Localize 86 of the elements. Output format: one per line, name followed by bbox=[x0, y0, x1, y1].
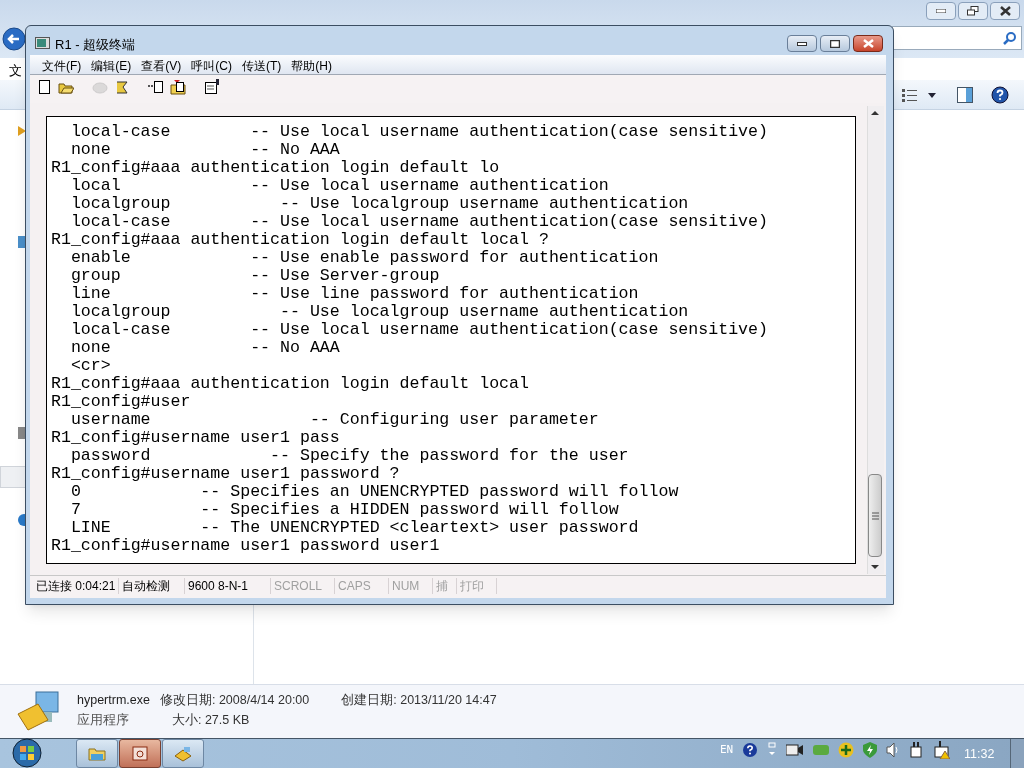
terminal-line: R1_config#username user1 password user1 bbox=[51, 537, 441, 555]
menu-item[interactable]: 帮助(H) bbox=[287, 57, 336, 75]
network-icon[interactable] bbox=[18, 514, 26, 526]
new-file-icon[interactable] bbox=[36, 79, 52, 95]
modified-date: 修改日期: 2008/4/14 20:00 bbox=[159, 692, 310, 709]
power-plug-icon[interactable] bbox=[909, 741, 924, 759]
menu-item[interactable]: 文 bbox=[9, 61, 22, 81]
maximize-icon bbox=[830, 39, 840, 48]
view-icon[interactable] bbox=[902, 88, 938, 102]
file-size: 大小: 27.5 KB bbox=[170, 712, 251, 729]
menu-item[interactable]: 传送(T) bbox=[238, 57, 286, 75]
status-field: NUM bbox=[389, 578, 433, 594]
search-field[interactable] bbox=[892, 26, 1022, 50]
send-file-icon[interactable] bbox=[148, 79, 164, 95]
phone-computer-icon bbox=[16, 690, 62, 732]
close-button[interactable] bbox=[853, 35, 883, 52]
app-window-icon bbox=[130, 743, 150, 764]
status-field: CAPS bbox=[335, 578, 389, 594]
restore-button[interactable] bbox=[958, 2, 988, 20]
taskbar-button[interactable] bbox=[76, 739, 118, 768]
status-field: SCROLL bbox=[271, 578, 335, 594]
search-icon bbox=[1003, 31, 1017, 45]
terminal-line: LINE -- The UNENCRYPTED <cleartext> user password bbox=[69, 519, 640, 537]
terminal-line: 0 -- Specifies an UNENCRYPTED password will follow bbox=[69, 483, 680, 501]
window-title: R1 - 超级终端 bbox=[55, 36, 136, 54]
receive-folder-icon[interactable] bbox=[170, 79, 186, 95]
preview-pane-icon[interactable] bbox=[957, 87, 973, 103]
file-name: hypertrm.exe bbox=[77, 692, 150, 709]
terminal-line: R1_config#aaa authentication login default local bbox=[51, 375, 530, 393]
status-field: 已连接 0:04:21 bbox=[33, 578, 119, 594]
terminal-line: local-case -- Use local username authentication(case sensitive) bbox=[69, 321, 768, 339]
speaker-icon[interactable] bbox=[886, 742, 901, 758]
nav-item-background bbox=[0, 466, 26, 488]
minimize-icon bbox=[936, 9, 946, 13]
terminal-line: group -- Use Server-group bbox=[69, 267, 441, 285]
file-type: 应用程序 bbox=[77, 712, 130, 729]
terminal-line: localgroup -- Use localgroup username authentication bbox=[69, 303, 690, 321]
terminal-line: line -- Use line password for authentication bbox=[69, 285, 640, 303]
status-field: 打印 bbox=[457, 578, 497, 594]
terminal-line: local -- Use local username authentication bbox=[69, 177, 610, 195]
restore-icon bbox=[967, 6, 979, 16]
plus-icon[interactable] bbox=[838, 742, 855, 758]
minimize-button[interactable] bbox=[787, 35, 817, 52]
back-icon[interactable] bbox=[2, 27, 26, 51]
taskbar-button[interactable] bbox=[162, 739, 204, 768]
created-date: 创建日期: 2013/11/20 14:47 bbox=[340, 692, 497, 709]
scroll-down-icon[interactable] bbox=[871, 564, 879, 570]
menu-item[interactable]: 查看(V) bbox=[137, 57, 186, 75]
phone-dial-icon[interactable] bbox=[114, 79, 130, 95]
menu-item[interactable]: 编辑(E) bbox=[87, 57, 136, 75]
properties-icon[interactable] bbox=[204, 79, 220, 95]
help-icon[interactable] bbox=[742, 742, 759, 758]
maximize-button[interactable] bbox=[820, 35, 850, 52]
menu-item[interactable]: 文件(F) bbox=[38, 57, 86, 75]
menu-item[interactable]: 呼叫(C) bbox=[187, 57, 236, 75]
terminal-line: 7 -- Specifies a HIDDEN password will follow bbox=[69, 501, 620, 519]
terminal-line: enable -- Use enable password for authentication bbox=[69, 249, 660, 267]
shield-icon[interactable] bbox=[863, 742, 878, 758]
terminal-line: local-case -- Use local username authentication(case sensitive) bbox=[69, 123, 768, 141]
terminal-line: none -- No AAA bbox=[69, 141, 341, 159]
terminal-line: R1_config#username user1 password ? bbox=[51, 465, 401, 483]
terminal-line: R1_config#user bbox=[51, 393, 192, 411]
app-icon bbox=[35, 37, 50, 49]
terminal-line: R1_config#username user1 pass bbox=[51, 429, 341, 447]
taskbar-button[interactable] bbox=[119, 739, 161, 768]
close-icon bbox=[862, 39, 874, 48]
terminal-line: localgroup -- Use localgroup username authentication bbox=[69, 195, 690, 213]
help-icon[interactable] bbox=[991, 86, 1009, 104]
terminal-line: none -- No AAA bbox=[69, 339, 341, 357]
scrollbar-thumb[interactable] bbox=[868, 474, 882, 557]
terminal-line: local-case -- Use local username authentication(case sensitive) bbox=[69, 213, 768, 231]
status-field: 9600 8-N-1 bbox=[185, 578, 271, 594]
terminal-line: username -- Configuring user parameter bbox=[69, 411, 600, 429]
terminal-line: R1_config#aaa authentication login default lo bbox=[51, 159, 501, 177]
status-field: 自动检测 bbox=[119, 578, 185, 594]
terminal-line: R1_config#aaa authentication login default local ? bbox=[51, 231, 550, 249]
minimize-icon bbox=[797, 41, 807, 46]
close-button[interactable] bbox=[990, 2, 1020, 20]
network-warning-icon[interactable] bbox=[932, 741, 951, 759]
start-button[interactable] bbox=[10, 738, 44, 768]
camera-icon[interactable] bbox=[786, 743, 805, 757]
grip-icon bbox=[871, 511, 879, 520]
close-icon bbox=[999, 6, 1011, 16]
terminal-line: password -- Specify the password for the user bbox=[69, 447, 630, 465]
status-field: 捕 bbox=[433, 578, 457, 594]
terminal-line: <cr> bbox=[69, 357, 112, 375]
